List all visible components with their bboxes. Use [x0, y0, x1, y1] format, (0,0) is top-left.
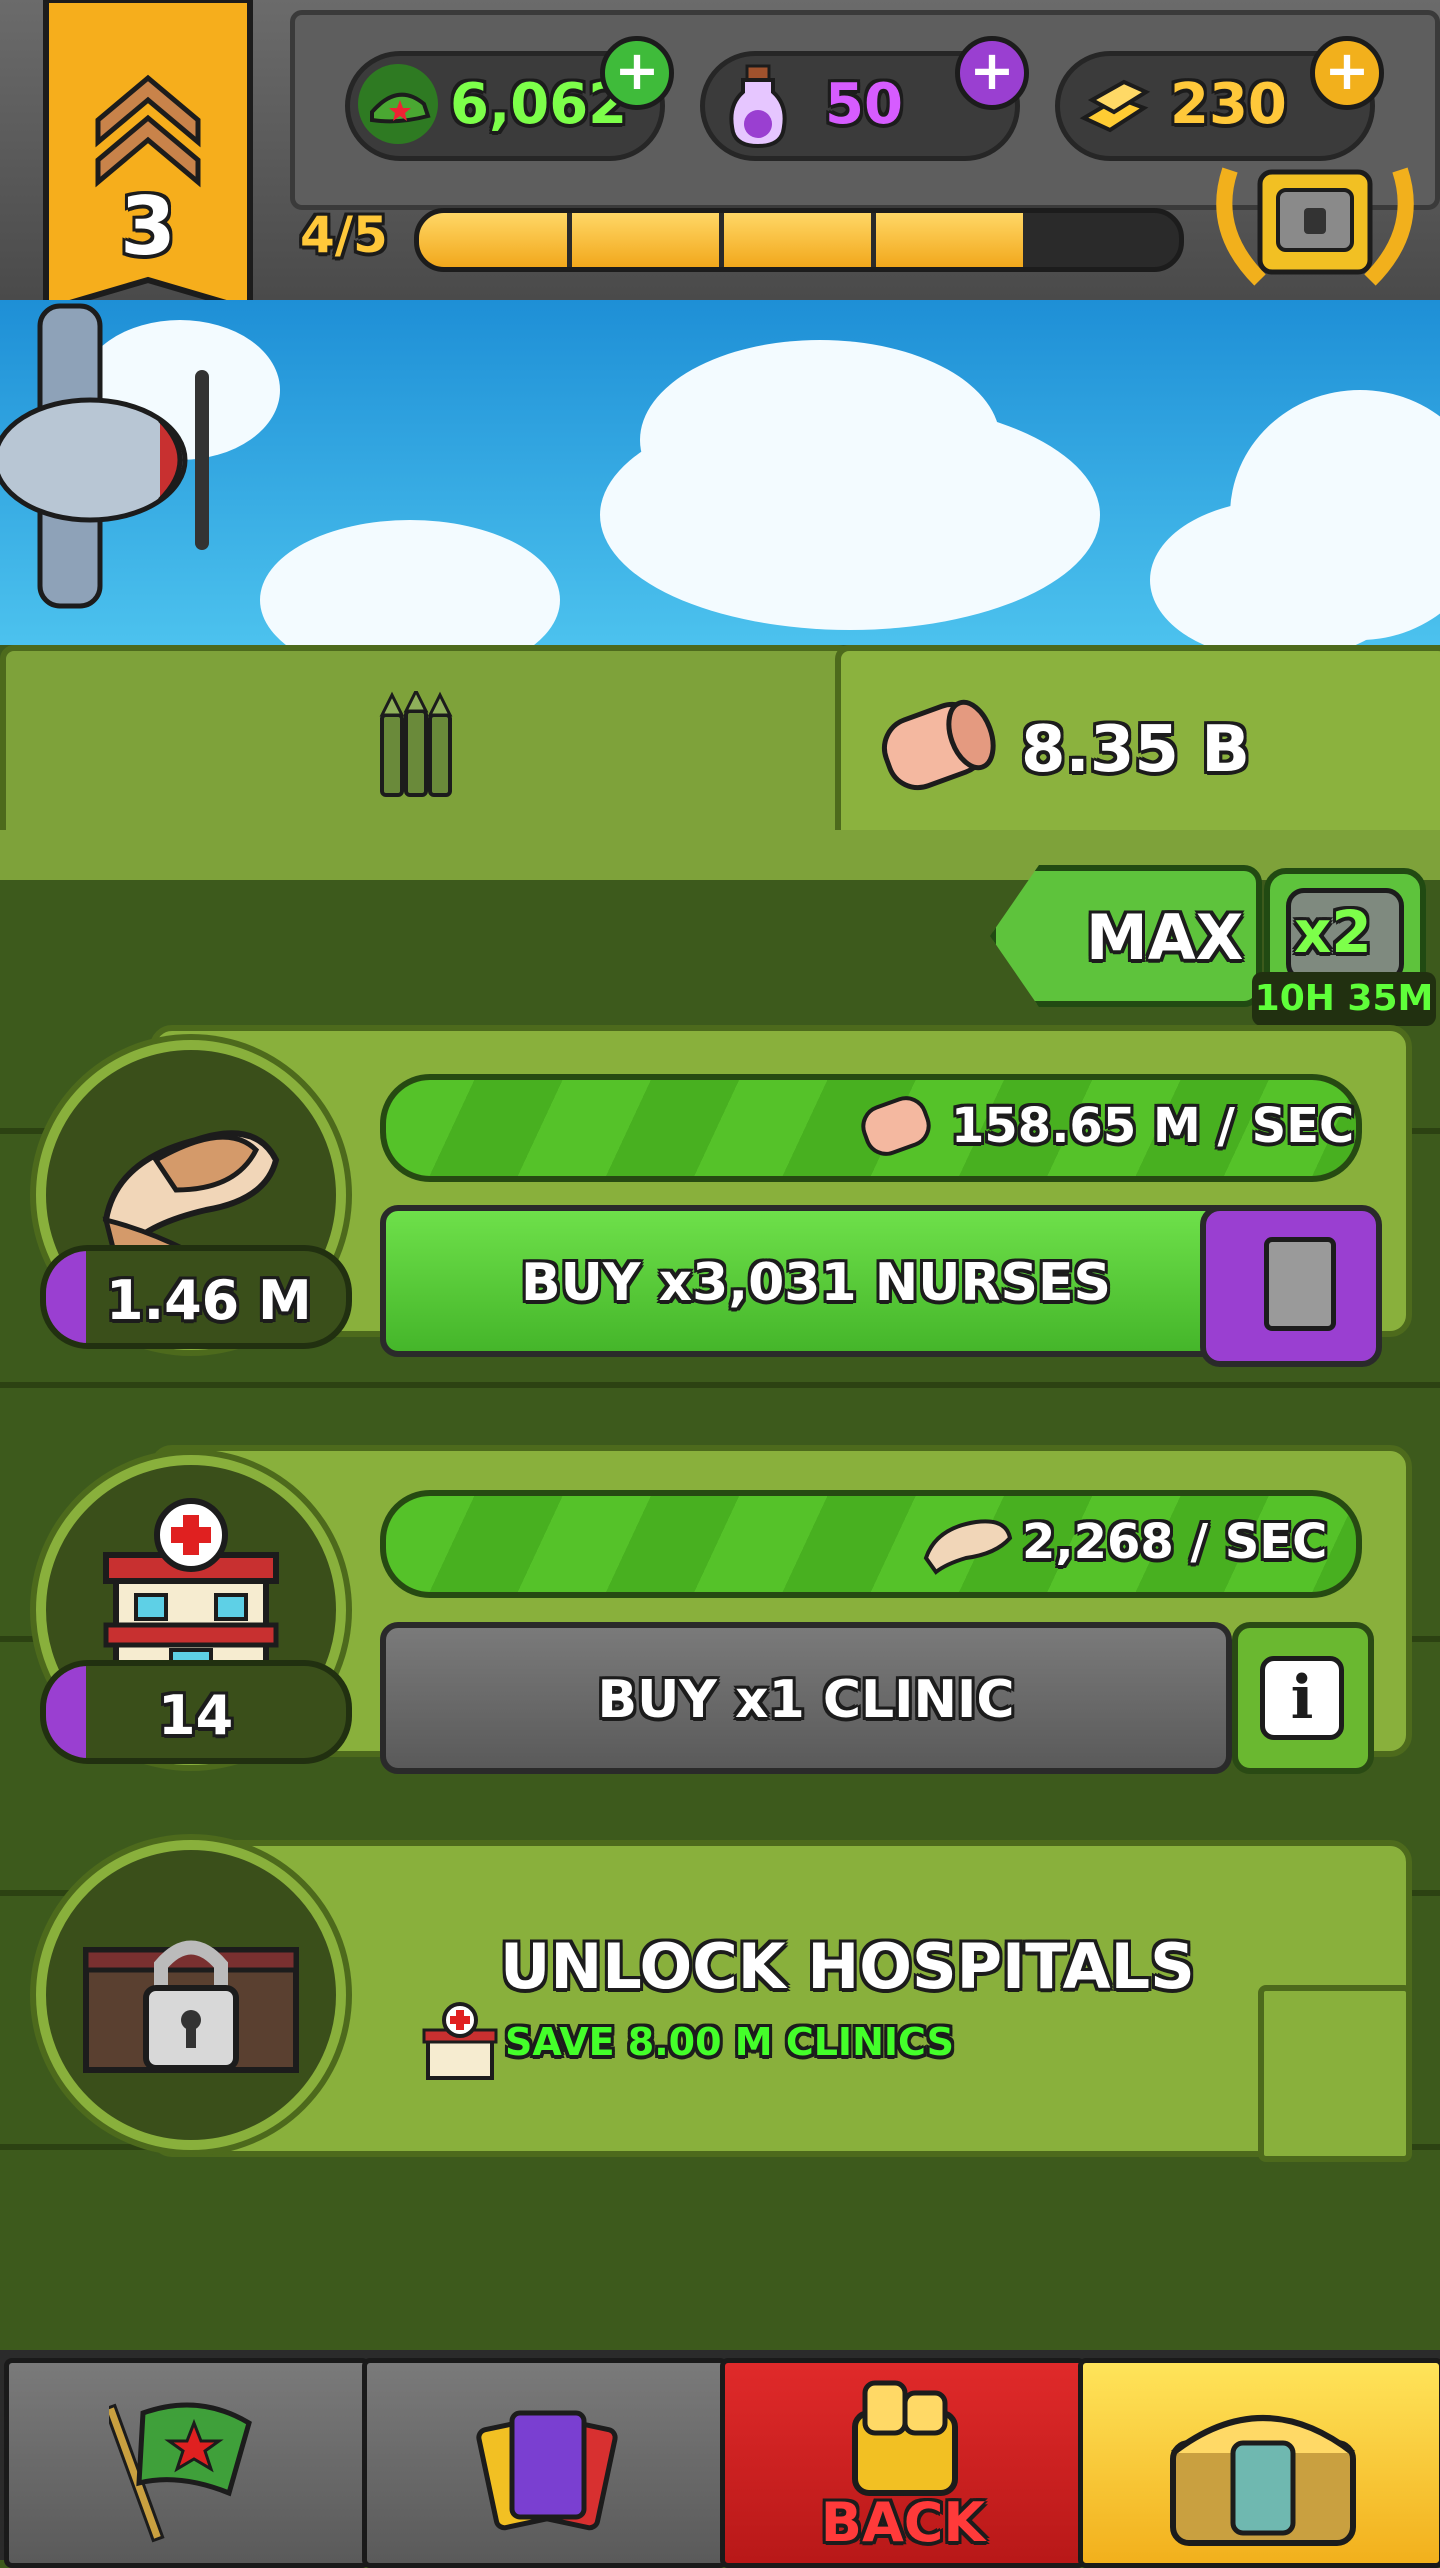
nav-tab-back[interactable]: BACK: [720, 2358, 1086, 2568]
progress-label: 4/5: [300, 206, 388, 264]
clinic-count: 14: [40, 1660, 352, 1764]
gold-counter[interactable]: 230 +: [1055, 36, 1384, 161]
locked-hospital-icon: [76, 1910, 306, 2080]
buy-nurses-button[interactable]: BUY x3,031 NURSES: [380, 1205, 1252, 1357]
nurses-count-value: 1.46 M: [106, 1269, 312, 1332]
rank-ribbon[interactable]: 3: [38, 0, 258, 320]
locked-card-corner: [1258, 1985, 1412, 2162]
buy-nurses-label: BUY x3,031 NURSES: [521, 1253, 1111, 1313]
nurses-upgrade-card-button[interactable]: [1200, 1205, 1382, 1367]
add-potion-button[interactable]: +: [955, 36, 1029, 110]
potion-counter[interactable]: 50 +: [700, 36, 1029, 161]
buy-clinic-button[interactable]: BUY x1 CLINIC: [380, 1622, 1232, 1774]
progress-divider: [1023, 213, 1028, 267]
resource-total: 8.35 B: [1021, 713, 1250, 787]
gold-value: 230: [1170, 72, 1287, 137]
nurses-production-bar: 158.65 M / SEC: [380, 1074, 1362, 1182]
count-cap: [46, 1666, 86, 1758]
back-label: BACK: [820, 2491, 986, 2554]
buy-clinic-label: BUY x1 CLINIC: [597, 1670, 1015, 1730]
nurses-count: 1.46 M: [40, 1245, 352, 1349]
gold-bars-icon: [1074, 68, 1154, 144]
bullets-icon: [376, 687, 456, 801]
card-icon: [1264, 1237, 1336, 1331]
nurses-rate: 158.65 M / SEC: [951, 1098, 1355, 1154]
nav-tab-cards[interactable]: [362, 2358, 728, 2568]
potion-icon: [723, 62, 793, 150]
fist-icon: [835, 2373, 975, 2503]
progress-divider: [871, 213, 876, 267]
progress-divider: [719, 213, 724, 267]
rank-reward-button[interactable]: [1200, 150, 1430, 300]
unlock-subtitle: SAVE 8.00 M CLINICS: [505, 2020, 954, 2064]
add-gold-button[interactable]: +: [1310, 36, 1384, 110]
buy-amount-max-button[interactable]: MAX: [990, 865, 1262, 1007]
sky-scene: [0, 300, 1440, 645]
max-label: MAX: [1086, 901, 1244, 974]
progress-bar: [414, 208, 1184, 272]
x2-label: x2: [1294, 898, 1372, 966]
bandage-roll-icon: [871, 691, 1001, 801]
info-icon: i: [1260, 1656, 1344, 1740]
bottom-nav: BACK: [0, 2350, 1440, 2568]
army-cap-icon: [358, 64, 438, 144]
boost-timer: 10H 35M: [1252, 972, 1436, 1026]
progress-divider: [567, 213, 572, 267]
nav-tab-missions[interactable]: [4, 2358, 370, 2568]
potion-value: 50: [825, 72, 903, 137]
cards-icon: [467, 2393, 627, 2543]
add-cash-button[interactable]: +: [600, 36, 674, 110]
bandage-icon: [916, 1508, 1016, 1578]
bandage-roll-icon: [856, 1086, 936, 1166]
airplane-icon: [0, 300, 240, 620]
clinic-rate: 2,268 / SEC: [1022, 1514, 1328, 1570]
clinic-icon: [420, 2000, 500, 2080]
cash-counter[interactable]: 6,062 +: [345, 36, 674, 161]
clinic-count-value: 14: [158, 1684, 234, 1747]
ammo-panel[interactable]: [0, 645, 852, 847]
hospital-portrait: [36, 1840, 346, 2150]
rank-level: 3: [120, 180, 176, 273]
clinic-info-button[interactable]: i: [1232, 1622, 1374, 1774]
flag-icon: [103, 2393, 269, 2543]
count-cap: [46, 1251, 86, 1343]
clinic-production-bar: 2,268 / SEC: [380, 1490, 1362, 1598]
unlock-title: UNLOCK HOSPITALS: [500, 1930, 1195, 2003]
treasure-chest-icon: [1153, 2383, 1373, 2553]
nav-tab-shop[interactable]: [1078, 2358, 1440, 2568]
